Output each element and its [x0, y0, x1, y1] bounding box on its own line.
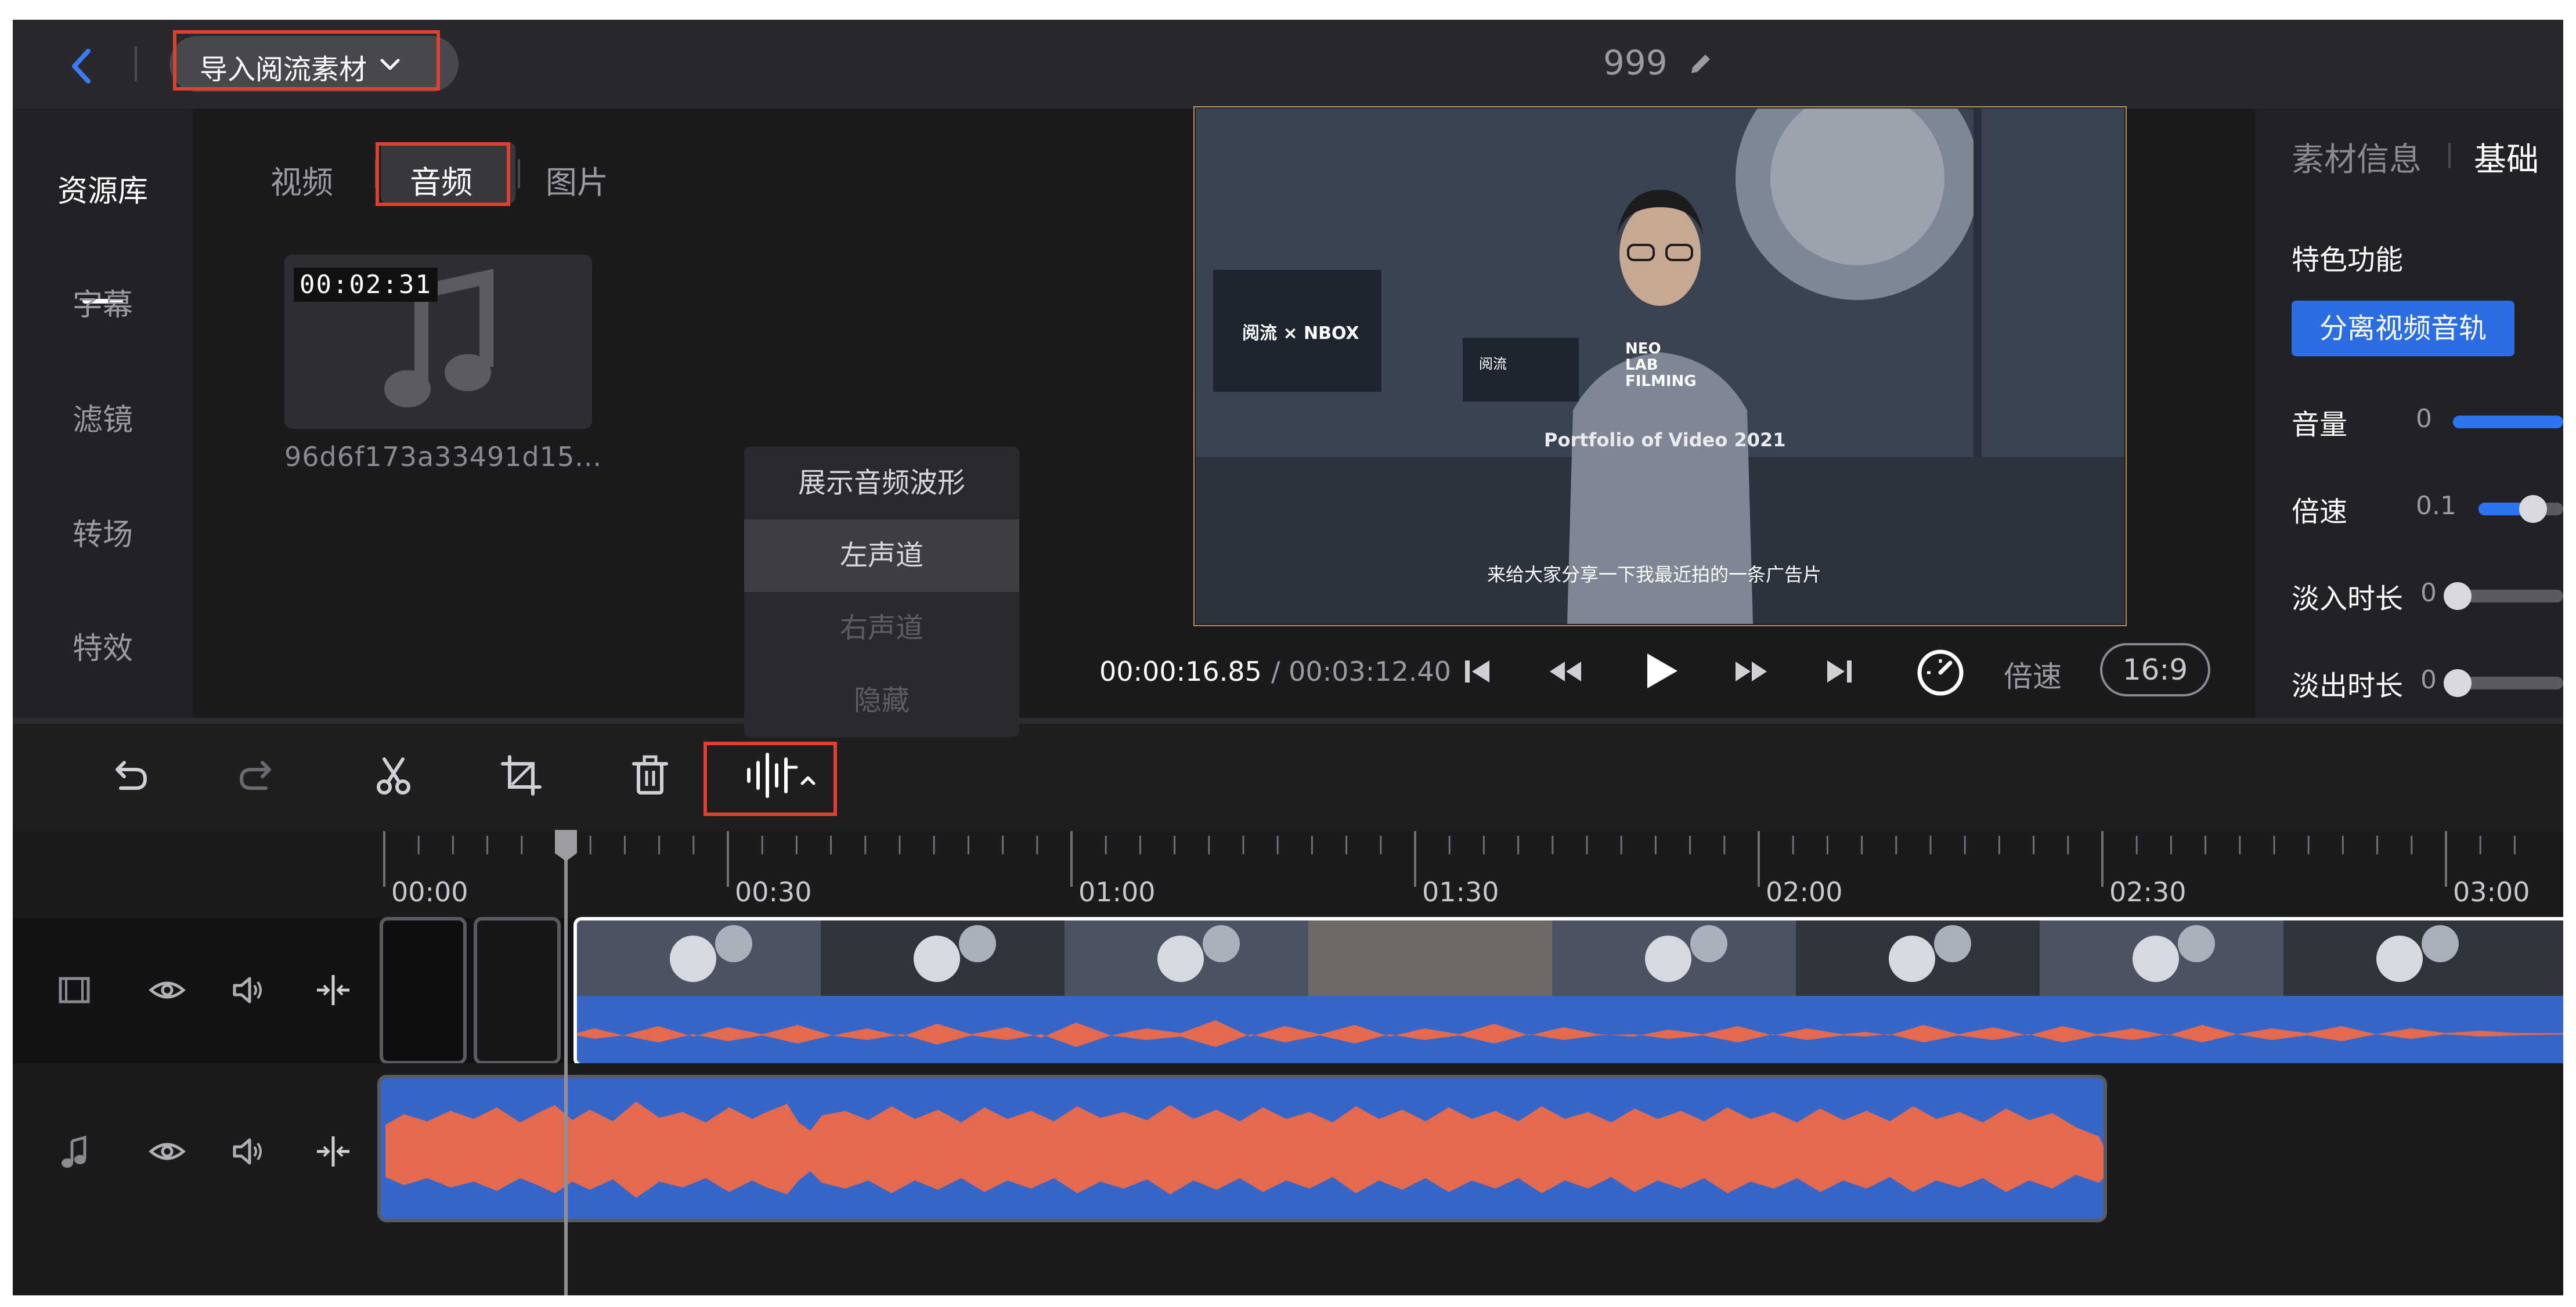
undo-icon[interactable] — [106, 752, 152, 799]
menu-item-right-channel[interactable]: 右声道 — [744, 592, 1019, 665]
panel-divider — [13, 718, 2563, 724]
audio-item-name: 96d6f173a33491d15... — [284, 441, 602, 472]
ruler-label: 00:30 — [735, 876, 812, 908]
speed-button[interactable]: 倍速 — [2004, 653, 2062, 695]
video-clip-2[interactable] — [474, 917, 561, 1064]
eye-icon[interactable] — [149, 1133, 186, 1170]
edit-pencil-icon[interactable] — [1687, 50, 1715, 78]
speed-slider-knob[interactable] — [2519, 495, 2547, 523]
current-time: 00:00:16.85 — [1099, 656, 1262, 687]
playhead[interactable] — [564, 844, 568, 1295]
eye-icon[interactable] — [149, 972, 186, 1009]
crop-icon[interactable] — [498, 752, 544, 799]
menu-item-hide[interactable]: 隐藏 — [744, 665, 1019, 737]
music-note-icon — [62, 1135, 86, 1168]
tab-video[interactable]: 视频 — [270, 157, 333, 203]
film-icon — [59, 977, 90, 1003]
top-bar: 导入阅流素材 999 — [13, 20, 2563, 109]
ruler-label: 02:30 — [2109, 876, 2187, 908]
tab-image[interactable]: 图片 — [546, 157, 608, 203]
menu-item-show-waveform[interactable]: 展示音频波形 — [744, 447, 1019, 519]
video-clip-main[interactable] — [573, 917, 2563, 1067]
nav-item-filter[interactable]: 滤镜 — [13, 395, 193, 439]
nav-item-subtitle[interactable]: 字幕 — [13, 280, 193, 324]
audio-item-duration: 00:02:31 — [294, 268, 438, 302]
feature-title: 特色功能 — [2292, 244, 2404, 276]
fade-out-label: 淡出时长 — [2292, 670, 2404, 702]
fade-in-value: 0 — [2420, 578, 2437, 608]
chevron-down-icon — [380, 59, 400, 70]
volume-label: 音量 — [2292, 409, 2348, 441]
audio-clip-waveform — [381, 1078, 2104, 1219]
waveform-menu: 展示音频波形 左声道 右声道 隐藏 — [744, 447, 1019, 737]
nav-item-library[interactable]: 资源库 — [13, 167, 193, 210]
audio-clip[interactable] — [377, 1075, 2107, 1222]
speed-gauge-icon[interactable] — [1914, 647, 1967, 699]
back-icon[interactable] — [59, 43, 106, 89]
fade-in-label: 淡入时长 — [2292, 583, 2404, 615]
scissors-icon[interactable] — [370, 752, 417, 799]
speed-prop-value: 0.1 — [2416, 491, 2456, 521]
waveform-icon[interactable] — [742, 750, 835, 801]
import-button-label: 导入阅流素材 — [200, 53, 367, 86]
ruler-label: 03:00 — [2453, 876, 2530, 908]
tab-audio[interactable]: 音频 — [410, 157, 472, 203]
split-icon[interactable] — [315, 1133, 352, 1170]
tab-material-info[interactable]: 素材信息 — [2292, 133, 2422, 180]
project-title[interactable]: 999 — [1603, 43, 1668, 82]
play-icon[interactable] — [1638, 649, 1682, 693]
ruler-label: 01:30 — [1422, 876, 1499, 908]
video-clip-1[interactable] — [380, 917, 467, 1064]
speaker-icon[interactable] — [230, 972, 267, 1009]
split-audio-button[interactable]: 分离视频音轨 — [2292, 301, 2514, 356]
total-time: / 00:03:12.40 — [1271, 656, 1451, 687]
menu-item-left-channel[interactable]: 左声道 — [744, 519, 1019, 592]
rp-tab-divider — [2448, 143, 2451, 168]
video-clip-frames — [577, 920, 2563, 1063]
aspect-ratio-button[interactable]: 16:9 — [2100, 643, 2210, 696]
tab-divider — [375, 159, 377, 188]
volume-value: 0 — [2416, 404, 2432, 434]
tab-basic[interactable]: 基础 — [2474, 133, 2539, 180]
playhead-handle[interactable] — [553, 828, 579, 862]
ruler-label: 01:00 — [1078, 876, 1156, 908]
fade-out-value: 0 — [2420, 665, 2437, 695]
redo-icon[interactable] — [234, 752, 281, 799]
trash-icon[interactable] — [627, 752, 673, 799]
nav-item-effects[interactable]: 特效 — [13, 624, 193, 667]
video-editor-app: 导入阅流素材 999 资源库 字幕 滤镜 转场 特效 视频 音频 图片 00:0… — [13, 20, 2563, 1295]
ruler-label: 00:00 — [391, 876, 468, 908]
skip-end-icon[interactable] — [1819, 651, 1860, 692]
speed-prop-label: 倍速 — [2292, 496, 2348, 528]
header-divider — [135, 46, 137, 81]
fast-forward-icon[interactable] — [1731, 651, 1772, 692]
video-selection-frame — [1193, 106, 2127, 626]
speed-slider-fill — [2478, 503, 2525, 515]
fade-out-slider-knob[interactable] — [2444, 669, 2472, 697]
left-nav: 资源库 字幕 滤镜 转场 特效 — [13, 109, 193, 718]
split-icon[interactable] — [315, 972, 352, 1009]
skip-start-icon[interactable] — [1457, 651, 1498, 692]
fade-in-slider-knob[interactable] — [2444, 582, 2472, 610]
volume-slider-fill — [2453, 416, 2563, 428]
tab-divider — [518, 159, 520, 188]
nav-item-transition[interactable]: 转场 — [13, 510, 193, 554]
rewind-icon[interactable] — [1545, 651, 1586, 692]
speaker-icon[interactable] — [230, 1133, 267, 1170]
ruler-label: 02:00 — [1766, 876, 1843, 908]
